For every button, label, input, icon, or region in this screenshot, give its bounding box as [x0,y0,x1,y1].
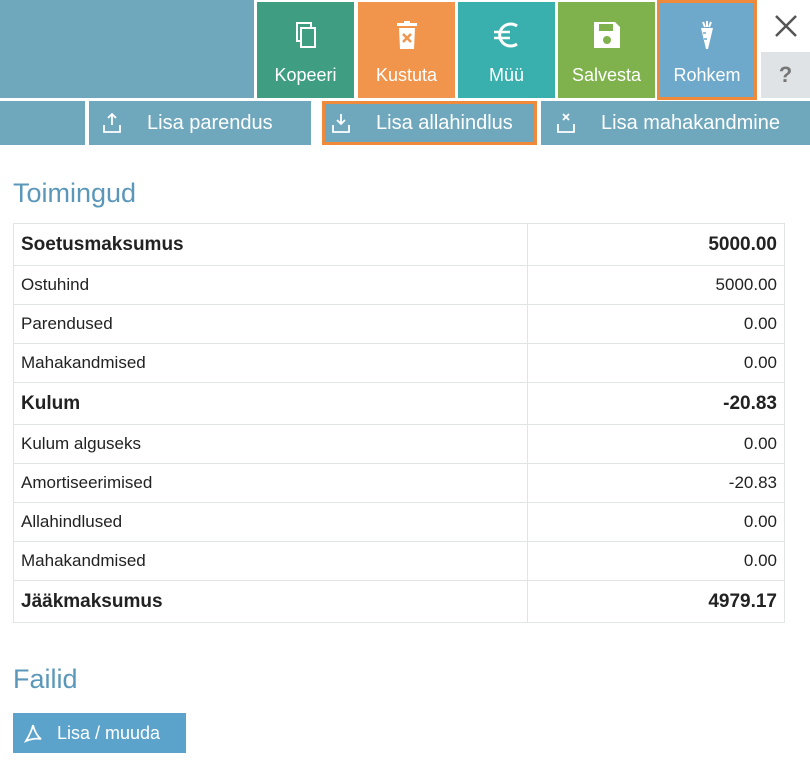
table-row: Amortiseerimised -20.83 [13,463,785,503]
add-file-label: Lisa / muuda [57,722,161,743]
table-row: Soetusmaksumus 5000.00 [13,223,785,266]
add-improvement-button[interactable]: Lisa parendus [89,101,311,145]
help-button[interactable]: ? [761,52,810,98]
row-label: Amortiseerimised [13,463,528,503]
close-button[interactable] [761,0,810,52]
files-title: Failid [13,664,78,694]
row-value: 0.00 [527,343,785,383]
operations-title: Toimingud [13,178,137,208]
row-label: Parendused [13,304,528,344]
row-value: 0.00 [527,502,785,542]
row-label: Mahakandmised [13,343,528,383]
table-row: Allahindlused 0.00 [13,502,785,542]
delete-button[interactable]: Kustuta [358,2,455,98]
table-row: Mahakandmised 0.00 [13,343,785,383]
row-label: Ostuhind [13,265,528,305]
upload-icon [103,112,121,133]
row-value: 0.00 [527,304,785,344]
row-value: 4979.17 [527,580,785,623]
more-button[interactable]: Rohkem [657,0,757,100]
table-row: Parendused 0.00 [13,304,785,344]
copy-button[interactable]: Kopeeri [257,2,354,98]
add-writedown-label: Lisa allahindlus [376,111,513,134]
help-label: ? [778,62,793,87]
row-value: -20.83 [527,463,785,503]
row-label: Kulum [13,382,528,425]
operations-table: Soetusmaksumus 5000.00 Ostuhind 5000.00 Pare… [13,223,785,623]
table-row: Kulum -20.83 [13,382,785,425]
row-value: 5000.00 [527,223,785,266]
sell-button[interactable]: Müü [458,2,555,98]
pdf-icon [23,724,42,743]
row-value: 5000.00 [527,265,785,305]
sell-label: Müü [488,65,524,85]
save-button[interactable]: Salvesta [558,2,655,98]
copy-label: Kopeeri [274,65,337,85]
close-icon [774,15,797,37]
euro-icon [493,22,518,48]
add-writedown-button[interactable]: Lisa allahindlus [322,101,537,145]
carrot-icon [701,21,713,49]
table-row: Kulum alguseks 0.00 [13,424,785,464]
add-writeoff-label: Lisa mahakandmine [601,111,780,134]
delete-label: Kustuta [375,65,438,85]
copy-icon [295,22,316,48]
toolbar-spacer [0,0,254,98]
download-icon [332,114,350,133]
row-label: Allahindlused [13,502,528,542]
add-improvement-label: Lisa parendus [147,111,273,134]
row-value: 0.00 [527,541,785,581]
more-label: Rohkem [673,65,741,85]
row-label: Kulum alguseks [13,424,528,464]
action-bar-spacer [0,101,85,145]
table-row: Jääkmaksumus 4979.17 [13,580,785,623]
row-value: -20.83 [527,382,785,425]
add-writeoff-button[interactable]: Lisa mahakandmine [541,101,810,145]
floppy-disk-icon [593,22,620,48]
table-row: Ostuhind 5000.00 [13,265,785,305]
add-file-button[interactable]: Lisa / muuda [13,713,186,753]
remove-box-icon [557,113,575,133]
table-row: Mahakandmised 0.00 [13,541,785,581]
trash-icon [396,21,417,49]
row-label: Mahakandmised [13,541,528,581]
row-label: Jääkmaksumus [13,580,528,623]
row-value: 0.00 [527,424,785,464]
save-label: Salvesta [571,65,642,85]
row-label: Soetusmaksumus [13,223,528,266]
